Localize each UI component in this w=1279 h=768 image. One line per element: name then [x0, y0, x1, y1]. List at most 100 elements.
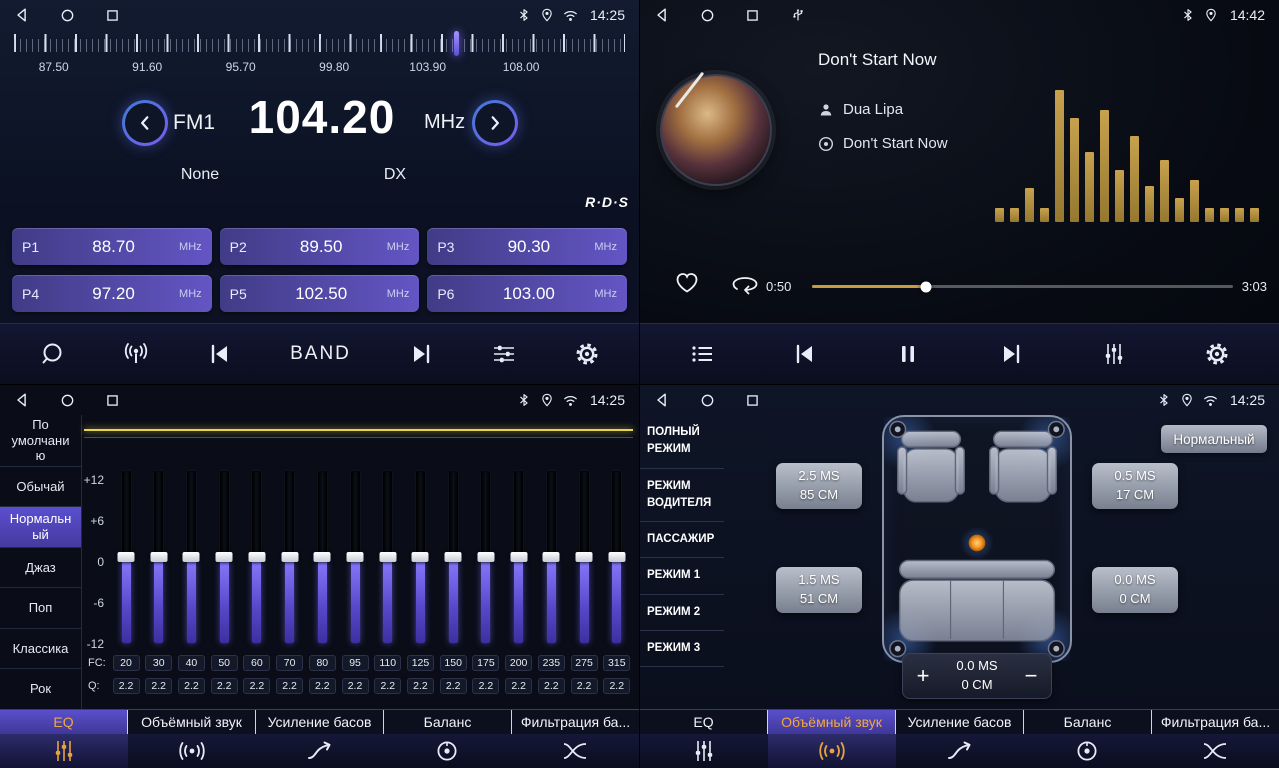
home-circle-icon[interactable]: [700, 8, 715, 23]
balance-icon[interactable]: [383, 734, 511, 768]
faders-icon[interactable]: [1101, 341, 1127, 367]
increase-button[interactable]: +: [903, 663, 943, 689]
slider-handle[interactable]: [445, 552, 462, 562]
tab-eq[interactable]: EQ: [640, 710, 768, 734]
eq-faders-icon[interactable]: [0, 734, 128, 768]
eq-band-slider[interactable]: [416, 471, 425, 643]
seek-down-button[interactable]: [122, 100, 168, 146]
prev-track-icon[interactable]: [792, 341, 818, 367]
decrease-button[interactable]: −: [1011, 663, 1051, 689]
balance-icon[interactable]: [1023, 734, 1151, 768]
settings-gear-icon[interactable]: [1204, 341, 1230, 367]
eq-preset-item-6[interactable]: Классика: [0, 629, 81, 670]
tab-surround-sound[interactable]: Объёмный звук: [128, 710, 256, 734]
slider-handle[interactable]: [150, 552, 167, 562]
slider-handle[interactable]: [118, 552, 135, 562]
slider-handle[interactable]: [510, 552, 527, 562]
home-circle-icon[interactable]: [60, 8, 75, 23]
next-track-icon[interactable]: [998, 341, 1024, 367]
recents-square-icon[interactable]: [745, 8, 760, 23]
eq-band-slider[interactable]: [318, 471, 327, 643]
repeat-icon[interactable]: [730, 272, 760, 303]
home-circle-icon[interactable]: [700, 393, 715, 408]
slider-handle[interactable]: [281, 552, 298, 562]
mode-item-4[interactable]: РЕЖИМ 1: [640, 558, 724, 594]
recents-square-icon[interactable]: [105, 8, 120, 23]
tune-icon[interactable]: [491, 341, 517, 367]
eq-band-slider[interactable]: [449, 471, 458, 643]
slider-handle[interactable]: [379, 552, 396, 562]
back-icon[interactable]: [14, 392, 30, 408]
eq-band-slider[interactable]: [187, 471, 196, 643]
eq-band-slider[interactable]: [612, 471, 621, 643]
eq-band-slider[interactable]: [220, 471, 229, 643]
tab-eq[interactable]: EQ: [0, 710, 128, 734]
settings-gear-icon[interactable]: [574, 341, 600, 367]
preset-p3[interactable]: P3 90.30 MHz: [427, 228, 627, 265]
slider-handle[interactable]: [543, 552, 560, 562]
delay-rear-right-button[interactable]: 0.0 MS 0 CM: [1092, 567, 1178, 613]
preset-p5[interactable]: P5 102.50 MHz: [220, 275, 420, 312]
back-icon[interactable]: [14, 7, 30, 23]
heart-icon[interactable]: [674, 270, 700, 301]
mode-item-3[interactable]: ПАССАЖИР: [640, 522, 724, 558]
back-icon[interactable]: [654, 392, 670, 408]
delay-front-left-button[interactable]: 2.5 MS 85 CM: [776, 463, 862, 509]
slider-handle[interactable]: [248, 552, 265, 562]
eq-band-slider[interactable]: [154, 471, 163, 643]
slider-handle[interactable]: [183, 552, 200, 562]
next-station-icon[interactable]: [408, 341, 434, 367]
bass-boost-icon[interactable]: [256, 734, 384, 768]
tab-balance[interactable]: Баланс: [384, 710, 512, 734]
slider-handle[interactable]: [412, 552, 429, 562]
back-icon[interactable]: [654, 7, 670, 23]
mode-item-2[interactable]: РЕЖИМ ВОДИТЕЛЯ: [640, 469, 724, 523]
eq-band-slider[interactable]: [514, 471, 523, 643]
eq-band-slider[interactable]: [285, 471, 294, 643]
tab-surround-sound[interactable]: Объёмный звук: [768, 710, 896, 734]
eq-preset-item-4[interactable]: Джаз: [0, 548, 81, 589]
eq-band-slider[interactable]: [122, 471, 131, 643]
prev-station-icon[interactable]: [207, 341, 233, 367]
tab-bass-boost[interactable]: Усиление басов: [896, 710, 1024, 734]
tab-bass-boost[interactable]: Усиление басов: [256, 710, 384, 734]
slider-handle[interactable]: [576, 552, 593, 562]
preset-p6[interactable]: P6 103.00 MHz: [427, 275, 627, 312]
mode-item-6[interactable]: РЕЖИМ 3: [640, 631, 724, 667]
bass-boost-icon[interactable]: [896, 734, 1024, 768]
surround-icon[interactable]: [768, 734, 896, 768]
slider-handle[interactable]: [216, 552, 233, 562]
crossover-icon[interactable]: [1151, 734, 1279, 768]
eq-preset-item-7[interactable]: Рок: [0, 669, 81, 710]
progress-bar[interactable]: [812, 285, 1233, 288]
broadcast-icon[interactable]: [122, 341, 150, 367]
delay-front-right-button[interactable]: 0.5 MS 17 CM: [1092, 463, 1178, 509]
slider-handle[interactable]: [608, 552, 625, 562]
mode-item-1[interactable]: ПОЛНЫЙ РЕЖИМ: [640, 415, 724, 469]
eq-band-slider[interactable]: [383, 471, 392, 643]
preset-p1[interactable]: P1 88.70 MHz: [12, 228, 212, 265]
eq-band-slider[interactable]: [351, 471, 360, 643]
eq-band-slider[interactable]: [580, 471, 589, 643]
pause-icon[interactable]: [895, 341, 921, 367]
progress-thumb[interactable]: [920, 281, 931, 292]
band-button[interactable]: BAND: [290, 343, 351, 365]
eq-preset-item-5[interactable]: Поп: [0, 588, 81, 629]
eq-preset-item-3[interactable]: Нормальный: [0, 507, 81, 548]
search-icon[interactable]: [39, 341, 65, 367]
sound-preset-button[interactable]: Нормальный: [1161, 425, 1267, 453]
eq-band-slider[interactable]: [547, 471, 556, 643]
eq-band-slider[interactable]: [252, 471, 261, 643]
mode-item-5[interactable]: РЕЖИМ 2: [640, 595, 724, 631]
home-circle-icon[interactable]: [60, 393, 75, 408]
eq-faders-icon[interactable]: [640, 734, 768, 768]
recents-square-icon[interactable]: [105, 393, 120, 408]
slider-handle[interactable]: [477, 552, 494, 562]
tab-filter[interactable]: Фильтрация ба...: [1152, 710, 1279, 734]
surround-icon[interactable]: [128, 734, 256, 768]
preset-p2[interactable]: P2 89.50 MHz: [220, 228, 420, 265]
slider-handle[interactable]: [347, 552, 364, 562]
delay-rear-left-button[interactable]: 1.5 MS 51 CM: [776, 567, 862, 613]
recents-square-icon[interactable]: [745, 393, 760, 408]
slider-handle[interactable]: [314, 552, 331, 562]
